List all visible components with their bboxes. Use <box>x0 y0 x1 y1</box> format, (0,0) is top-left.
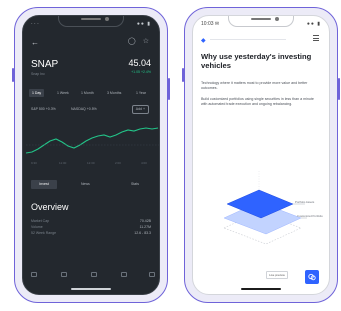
home-indicator <box>241 288 281 290</box>
bottom-nav <box>31 272 155 280</box>
tab-range-1d[interactable]: 1 Day <box>29 89 45 97</box>
menu-icon[interactable] <box>313 35 319 43</box>
illustration-label: Portfolio Assets <box>295 200 315 204</box>
chart-date: 4:00 <box>141 161 147 165</box>
range-tabs: 1 Day 1 Week 1 Month 3 Months 1 Year <box>29 89 155 97</box>
news-button[interactable]: News <box>81 180 90 189</box>
compare-row: S&P 500 +0.3% NASDAQ +0.5% Add + <box>31 105 151 114</box>
tab-range-1y[interactable]: 1 Year <box>133 89 149 97</box>
status-indicators: ●● ▮ <box>136 21 151 27</box>
overview-value: 12.6 - 83.3 <box>134 231 151 235</box>
overview-row: Market Cap 70.42B <box>31 219 151 224</box>
status-time: · · · <box>31 21 39 27</box>
power-button <box>168 78 170 100</box>
chat-button[interactable] <box>305 270 319 284</box>
chart-date: 11:00 <box>59 161 67 165</box>
overview-row: 52 Week Range 12.6 - 83.3 <box>31 231 151 236</box>
overview-label: Market Cap <box>31 219 50 223</box>
compare-add-button[interactable]: Add + <box>131 105 149 114</box>
volume-button <box>12 68 14 82</box>
compare-b: NASDAQ +0.5% <box>71 107 97 111</box>
overview-row: Volume 11.27M <box>31 225 151 230</box>
status-time: 10:03 ✉ <box>201 21 220 27</box>
overview-value: 70.42B <box>139 219 151 223</box>
home-indicator <box>71 288 111 290</box>
status-indicators: ●● ▮ <box>306 21 321 27</box>
chart-date: 2:00 <box>115 161 121 165</box>
nav-portfolio-icon[interactable] <box>61 272 67 277</box>
compare-a: S&P 500 +0.3% <box>31 107 56 111</box>
company-name: Snap Inc <box>31 72 45 76</box>
notch <box>228 16 294 27</box>
volume-button <box>182 68 184 82</box>
stats-button[interactable]: Stats <box>131 180 139 189</box>
price-chart <box>26 127 159 154</box>
stock-price: 45.04 <box>128 58 151 68</box>
notch <box>58 16 124 27</box>
stock-screen: · · · ●● ▮ ← ◯ ☆ SNAP Snap Inc 45.04 +1.… <box>22 15 160 295</box>
nav-search-icon[interactable] <box>121 272 127 277</box>
phone-left: · · · ●● ▮ ← ◯ ☆ SNAP Snap Inc 45.04 +1.… <box>12 7 170 303</box>
ticker-symbol: SNAP <box>31 59 59 70</box>
detail-paragraph: Build customized portfolios using single… <box>201 97 314 106</box>
bell-icon[interactable]: ◯ <box>128 38 136 45</box>
chart-dates: 9:30 11:00 12:30 2:00 4:00 <box>31 161 151 167</box>
nav-home-icon[interactable] <box>31 272 37 277</box>
preview-chip[interactable]: Live preview <box>266 271 288 279</box>
tab-range-3m[interactable]: 3 Months <box>104 89 124 97</box>
overview-label: Volume <box>31 225 43 229</box>
chat-icon <box>308 273 316 281</box>
nav-grid-icon[interactable] <box>91 272 97 277</box>
intro-paragraph: Technology where it matters most to prov… <box>201 81 308 90</box>
tab-range-1w[interactable]: 1 Week <box>54 89 72 97</box>
power-button <box>338 78 340 100</box>
chart-date: 12:30 <box>87 161 95 165</box>
overview-label: 52 Week Range <box>31 231 57 235</box>
overview-title: Overview <box>31 202 69 212</box>
nav-profile-icon[interactable] <box>149 272 155 277</box>
tab-range-1m[interactable]: 1 Month <box>78 89 97 97</box>
brand-logo[interactable]: ◆ <box>201 37 206 44</box>
overview-value: 11.27M <box>139 225 151 229</box>
marketing-screen: 10:03 ✉ ●● ▮ ◆ Why use yesterday's inves… <box>192 15 330 295</box>
illustration-label: Customized Portfolio <box>297 214 323 218</box>
back-icon[interactable]: ← <box>31 38 39 47</box>
price-line <box>26 127 159 154</box>
invest-button[interactable]: Invest <box>31 180 57 189</box>
price-change: +1.05 +2.4% <box>131 70 151 74</box>
header-divider <box>210 39 286 40</box>
page-headline: Why use yesterday's investing vehicles <box>201 52 312 70</box>
chart-date: 9:30 <box>31 161 37 165</box>
action-row: Invest News Stats <box>31 180 151 189</box>
phone-right: 10:03 ✉ ●● ▮ ◆ Why use yesterday's inves… <box>182 7 340 303</box>
star-icon[interactable]: ☆ <box>143 38 149 45</box>
